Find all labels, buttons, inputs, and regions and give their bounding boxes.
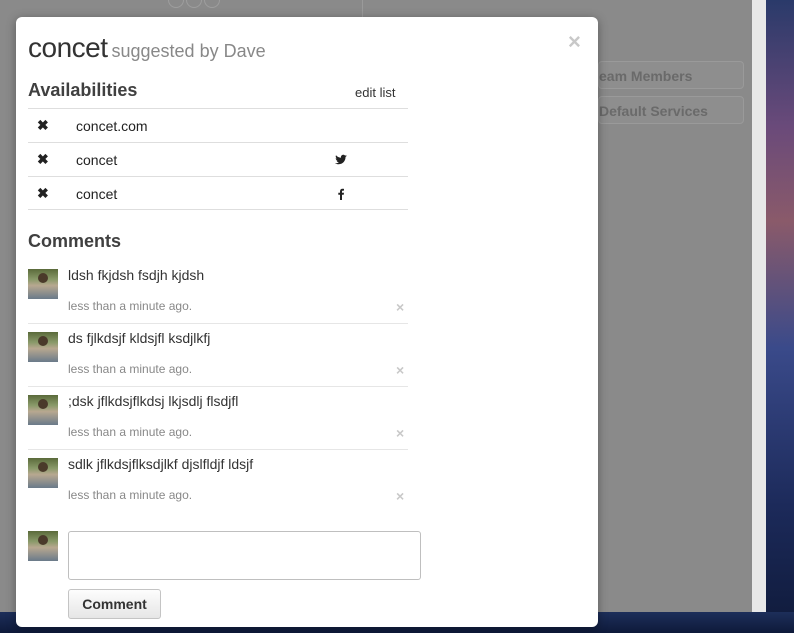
delete-comment-icon[interactable]: ×	[396, 299, 404, 315]
modal-title: concet suggested by Dave	[28, 32, 266, 64]
comments-heading: Comments	[28, 231, 122, 251]
edit-list-link[interactable]: edit list	[355, 85, 395, 100]
avatar	[28, 458, 58, 488]
delete-comment-icon[interactable]: ×	[396, 425, 404, 441]
comment-item: sdlk jflkdsjflksdjlkf djslfldjf ldsjf le…	[28, 450, 408, 512]
delete-comment-icon[interactable]: ×	[396, 488, 404, 504]
availabilities-heading: Availabilities	[28, 80, 138, 100]
suggestion-name: concet	[28, 32, 108, 63]
comment-text: ds fjlkdsjf kldsjfl ksdjlkfj	[68, 330, 211, 346]
comment-time: less than a minute ago.	[68, 425, 193, 439]
background-divider	[362, 0, 363, 18]
comment-item: ldsh fkjdsh fsdjh kjdsh less than a minu…	[28, 261, 408, 324]
avatar	[28, 269, 58, 299]
x-icon: ✖	[37, 117, 49, 133]
x-icon: ✖	[37, 151, 49, 167]
availability-name: concet.com	[76, 118, 148, 134]
avatar	[28, 395, 58, 425]
delete-comment-icon[interactable]: ×	[396, 362, 404, 378]
avatar	[28, 332, 58, 362]
facebook-icon	[338, 188, 344, 200]
comments-list: ldsh fkjdsh fsdjh kjdsh less than a minu…	[28, 261, 408, 512]
close-icon[interactable]: ×	[568, 31, 581, 53]
availability-row: ✖ concet	[28, 176, 408, 210]
comment-text: sdlk jflkdsjflksdjlkf djslfldjf ldsjf	[68, 456, 254, 472]
twitter-icon	[335, 154, 347, 165]
background-pager	[168, 0, 222, 13]
comment-input[interactable]	[68, 531, 421, 580]
availability-name: concet	[76, 186, 118, 202]
comment-time: less than a minute ago.	[68, 488, 193, 502]
availability-row: ✖ concet.com	[28, 108, 408, 142]
background-team-members: eam Members	[598, 61, 744, 89]
window-edge	[752, 0, 766, 612]
suggested-by: suggested by Dave	[111, 41, 266, 61]
comment-time: less than a minute ago.	[68, 299, 193, 313]
availability-name: concet	[76, 152, 118, 168]
background-default-services: Default Services	[598, 96, 744, 124]
desktop-wallpaper	[766, 0, 794, 633]
comment-button[interactable]: Comment	[68, 589, 161, 619]
suggestion-modal: × concet suggested by Dave Availabilities…	[16, 17, 598, 627]
availability-row: ✖ concet	[28, 142, 408, 176]
availabilities-table: ✖ concet.com ✖ concet ✖ concet	[28, 108, 408, 210]
comment-text: ldsh fkjdsh fsdjh kjdsh	[68, 267, 205, 283]
x-icon: ✖	[37, 185, 49, 201]
comment-item: ds fjlkdsjf kldsjfl ksdjlkfj less than a…	[28, 324, 408, 387]
current-user-avatar	[28, 531, 58, 561]
comment-item: ;dsk jflkdsjflkdsj lkjsdlj flsdjfl less …	[28, 387, 408, 450]
comment-time: less than a minute ago.	[68, 362, 193, 376]
comment-text: ;dsk jflkdsjflkdsj lkjsdlj flsdjfl	[68, 393, 239, 409]
